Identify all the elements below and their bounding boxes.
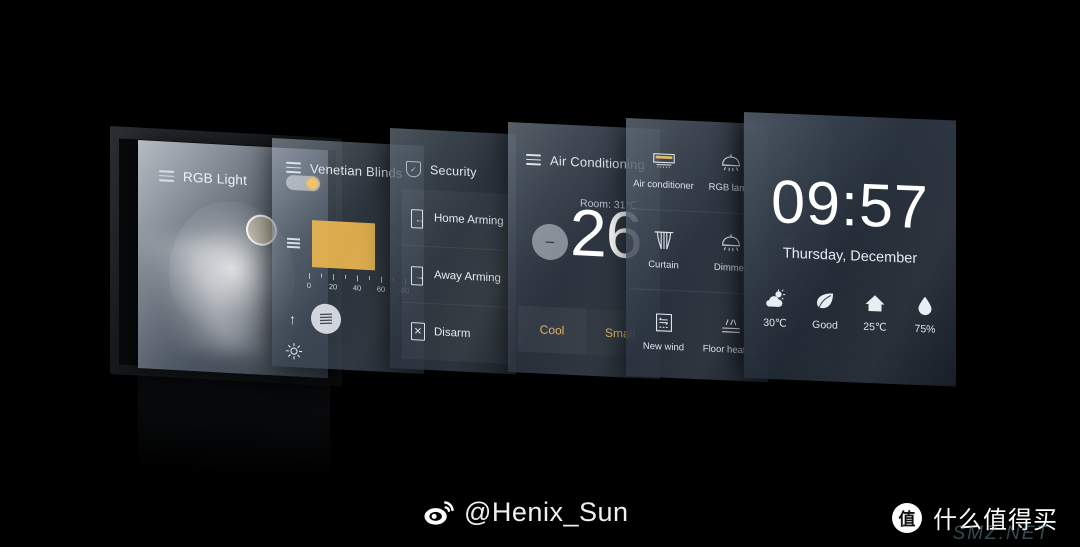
blinds-tilt-button[interactable] — [311, 303, 341, 335]
weather-value: 30℃ — [763, 316, 787, 330]
floor-heating-icon — [721, 318, 740, 333]
weather-row: 30℃ Good 25℃ 75% — [750, 288, 950, 336]
device-label: New wind — [642, 340, 685, 354]
blinds-up-arrow-icon[interactable]: ↑ — [289, 311, 296, 327]
ac-mode-cool[interactable]: Cool — [518, 305, 586, 355]
shield-icon: ✓ — [406, 160, 421, 178]
hamburger-icon[interactable] — [286, 159, 301, 177]
house-icon — [865, 295, 885, 312]
weibo-logo-icon — [424, 500, 454, 525]
slats-icon — [319, 313, 333, 325]
ruler-label: 20 — [328, 281, 338, 292]
leaf-icon — [817, 293, 833, 309]
door-enter-icon: ← — [411, 208, 425, 229]
weibo-handle: @Henix_Sun — [464, 497, 629, 527]
door-cross-icon: ✕ — [411, 322, 425, 341]
security-item-away-arming[interactable]: → Away Arming — [402, 245, 510, 309]
ruler-label: 60 — [376, 284, 386, 294]
net-watermark: SMZ.NET — [952, 523, 1050, 544]
rgb-light-title: RGB Light — [183, 169, 248, 188]
ruler-label: 40 — [352, 283, 362, 293]
curtain-icon — [654, 231, 673, 250]
screenshot-stage: RGB Light Venetian Blinds 0 20 40 60 ↑ ✓… — [0, 0, 1080, 547]
device-new-wind[interactable]: New wind — [630, 290, 697, 374]
device-label: Air conditioner — [633, 178, 694, 192]
blinds-slat-icon — [287, 236, 300, 251]
toggle-knob — [307, 177, 318, 190]
droplet-icon — [918, 296, 932, 316]
hamburger-icon[interactable] — [526, 151, 541, 168]
panel-clock[interactable]: 09:57 Thursday, December 30℃ Good 25℃ 75… — [744, 112, 956, 387]
security-item-label: Home Arming — [434, 212, 504, 228]
blinds-power-toggle[interactable] — [286, 174, 320, 192]
security-item-label: Disarm — [434, 326, 471, 341]
ventilation-icon — [655, 313, 672, 332]
device-air-conditioner[interactable]: Air conditioner — [630, 128, 697, 212]
security-list: ← Home Arming → Away Arming ✕ Disarm — [402, 188, 510, 365]
weather-value: Good — [812, 318, 838, 332]
blinds-level-swatch[interactable] — [312, 220, 375, 271]
security-title: Security — [430, 163, 477, 180]
dimmer-lamp-icon — [721, 234, 740, 252]
smzdm-badge-icon: 值 — [892, 502, 922, 533]
ac-decrease-button[interactable]: − — [532, 223, 568, 261]
device-label: Curtain — [648, 259, 679, 272]
blinds-title: Venetian Blinds — [310, 160, 403, 181]
air-conditioner-icon — [652, 152, 675, 168]
weather-indoor-temperature: 25℃ — [850, 292, 900, 334]
hamburger-icon[interactable] — [159, 167, 174, 185]
panel-security[interactable]: ✓ Security ← Home Arming → Away Arming ✕… — [390, 128, 516, 375]
security-item-label: Away Arming — [434, 269, 501, 285]
device-curtain[interactable]: Curtain — [630, 208, 697, 293]
brightness-icon[interactable] — [285, 342, 303, 361]
door-exit-icon: → — [411, 265, 425, 286]
weather-outdoor-temperature: 30℃ — [750, 288, 800, 330]
device-label: Dimmer — [713, 262, 748, 275]
weather-humidity: 75% — [900, 294, 950, 336]
panel-reflection — [138, 374, 330, 482]
ruler-label: 0 — [306, 280, 312, 291]
weather-air-quality: Good — [800, 290, 850, 332]
weibo-watermark: @Henix_Sun — [424, 497, 629, 528]
security-item-disarm[interactable]: ✕ Disarm — [402, 302, 510, 365]
sun-cloud-icon — [766, 289, 786, 307]
weather-value: 25℃ — [863, 320, 887, 334]
security-header: ✓ Security — [406, 160, 477, 181]
security-item-home-arming[interactable]: ← Home Arming — [402, 188, 510, 252]
rgb-light-header: RGB Light — [159, 167, 247, 189]
clock-date: Thursday, December — [782, 245, 918, 267]
clock-time: 09:57 — [771, 167, 929, 242]
lamp-icon — [721, 154, 740, 172]
weather-value: 75% — [914, 322, 936, 336]
